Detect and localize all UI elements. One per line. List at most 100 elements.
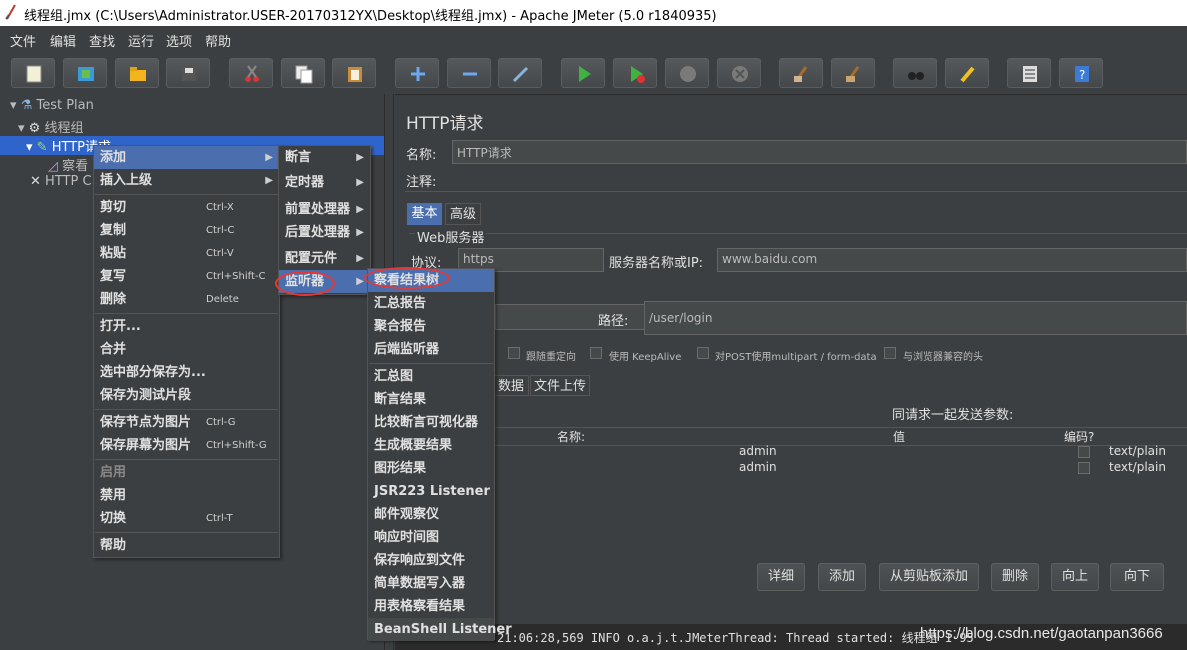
stop-button[interactable] xyxy=(665,58,709,88)
menu-item-insert-parent[interactable]: 插入上级 ▶ xyxy=(94,169,279,192)
menu-item-save-selection-as[interactable]: 选中部分保存为... xyxy=(94,361,279,384)
tree-node-thread-group[interactable]: ▾ ⚙ 线程组 xyxy=(18,117,83,136)
menu-item-summary-report[interactable]: 汇总报告 xyxy=(368,292,494,315)
menu-item-mailer-visualizer[interactable]: 邮件观察仪 xyxy=(368,503,494,526)
table-row[interactable]: admin text/plain xyxy=(493,444,1187,460)
search-button[interactable] xyxy=(893,58,937,88)
menu-item-config-element[interactable]: 配置元件 ▶ xyxy=(279,247,370,270)
menu-item-merge[interactable]: 合并 xyxy=(94,338,279,361)
start-button[interactable] xyxy=(561,58,605,88)
tree-node-view-results[interactable]: ◿ 察看 xyxy=(48,155,88,174)
tree-node-test-plan[interactable]: ▾ ⚗ Test Plan xyxy=(10,98,94,113)
tree-node-http-cookie[interactable]: ✕ HTTP C xyxy=(30,174,92,189)
open-button[interactable] xyxy=(115,58,159,88)
menu-help[interactable]: 帮助 xyxy=(205,31,231,50)
keepalive-checkbox[interactable] xyxy=(590,347,602,359)
menu-item-copy[interactable]: 复制 Ctrl-C xyxy=(94,219,279,242)
menu-item-delete[interactable]: 删除 Delete xyxy=(94,288,279,311)
keepalive-label: 使用 KeepAlive xyxy=(609,352,682,363)
menu-file[interactable]: 文件 xyxy=(10,31,36,50)
wand-icon xyxy=(512,66,529,83)
menu-search[interactable]: 查找 xyxy=(89,31,115,50)
submenu-arrow-icon: ▶ xyxy=(265,175,273,186)
detail-button[interactable]: 详细 xyxy=(757,563,805,591)
clear-all-button[interactable] xyxy=(831,58,875,88)
menu-options[interactable]: 选项 xyxy=(166,31,192,50)
menu-item-assertion-results[interactable]: 断言结果 xyxy=(368,388,494,411)
menu-item-view-results-table[interactable]: 用表格察看结果 xyxy=(368,595,494,618)
new-file-icon xyxy=(26,65,42,83)
broom-icon xyxy=(794,66,808,82)
follow-redirects-checkbox[interactable] xyxy=(508,347,520,359)
menu-item-backend-listener[interactable]: 后端监听器 xyxy=(368,338,494,361)
comment-field[interactable] xyxy=(445,169,1187,189)
table-row[interactable]: admin text/plain xyxy=(493,460,1187,476)
menu-item-response-time-graph[interactable]: 响应时间图 xyxy=(368,526,494,549)
menu-item-jsr223-listener[interactable]: JSR223 Listener xyxy=(368,480,494,503)
templates-button[interactable] xyxy=(63,58,107,88)
shutdown-button[interactable] xyxy=(717,58,761,88)
new-button[interactable] xyxy=(11,58,55,88)
collapse-all-button[interactable] xyxy=(447,58,491,88)
toggle-button[interactable] xyxy=(498,58,542,88)
menu-item-help[interactable]: 帮助 xyxy=(94,534,279,557)
row-encode-checkbox[interactable] xyxy=(1078,462,1090,474)
menu-item-save-screen-image[interactable]: 保存屏幕为图片 Ctrl+Shift-G xyxy=(94,434,279,457)
name-field[interactable]: HTTP请求 xyxy=(452,140,1187,164)
server-field[interactable]: www.baidu.com xyxy=(717,248,1187,272)
tab-basic[interactable]: 基本 xyxy=(407,203,442,225)
log-line: 21:06:28,569 INFO o.a.j.t.JMeterThread: … xyxy=(497,631,974,645)
menu-item-assertions[interactable]: 断言 ▶ xyxy=(279,146,370,169)
down-button[interactable]: 向下 xyxy=(1110,563,1164,591)
menu-item-graph-results[interactable]: 图形结果 xyxy=(368,457,494,480)
menu-item-post-processors[interactable]: 后置处理器 ▶ xyxy=(279,221,370,244)
menu-item-simple-data-writer[interactable]: 简单数据写入器 xyxy=(368,572,494,595)
menu-item-aggregate-graph[interactable]: 汇总图 xyxy=(368,365,494,388)
menu-item-save-responses[interactable]: 保存响应到文件 xyxy=(368,549,494,572)
shutdown-icon xyxy=(732,66,748,82)
submenu-arrow-icon: ▶ xyxy=(356,227,364,238)
menu-item-pre-processors[interactable]: 前置处理器 ▶ xyxy=(279,198,370,221)
up-button[interactable]: 向上 xyxy=(1051,563,1099,591)
tab-body-data[interactable]: 数据 xyxy=(493,375,529,396)
multipart-checkbox[interactable] xyxy=(697,347,709,359)
menu-run[interactable]: 运行 xyxy=(128,31,154,50)
menu-item-save-as-fragment[interactable]: 保存为测试片段 xyxy=(94,384,279,407)
menu-item-timer[interactable]: 定时器 ▶ xyxy=(279,171,370,194)
tab-files-upload[interactable]: 文件上传 xyxy=(530,375,590,396)
menu-item-save-node-image[interactable]: 保存节点为图片 Ctrl-G xyxy=(94,411,279,434)
menu-item-aggregate-report[interactable]: 聚合报告 xyxy=(368,315,494,338)
menu-item-disable[interactable]: 禁用 xyxy=(94,484,279,507)
reset-search-button[interactable] xyxy=(945,58,989,88)
path-field[interactable]: /user/login xyxy=(644,301,1187,335)
tab-advanced[interactable]: 高级 xyxy=(445,203,481,225)
menu-item-add[interactable]: 添加 ▶ xyxy=(94,146,279,169)
row-encode-checkbox[interactable] xyxy=(1078,446,1090,458)
menu-item-open[interactable]: 打开... xyxy=(94,315,279,338)
menu-separator xyxy=(95,194,278,195)
plus-icon xyxy=(411,67,425,81)
menu-item-cut[interactable]: 剪切 Ctrl-X xyxy=(94,196,279,219)
add-button[interactable]: 添加 xyxy=(818,563,866,591)
function-helper-button[interactable] xyxy=(1007,58,1051,88)
cut-button[interactable] xyxy=(229,58,273,88)
delete-button[interactable]: 删除 xyxy=(991,563,1039,591)
add-from-clipboard-button[interactable]: 从剪贴板添加 xyxy=(879,563,979,591)
clear-button[interactable] xyxy=(779,58,823,88)
expand-all-button[interactable] xyxy=(395,58,439,88)
help-button[interactable]: ? xyxy=(1059,58,1103,88)
menu-item-toggle[interactable]: 切换 Ctrl-T xyxy=(94,507,279,530)
menu-item-paste[interactable]: 粘贴 Ctrl-V xyxy=(94,242,279,265)
menu-item-generate-summary[interactable]: 生成概要结果 xyxy=(368,434,494,457)
browser-headers-checkbox[interactable] xyxy=(884,347,896,359)
menu-edit[interactable]: 编辑 xyxy=(50,31,76,50)
save-icon xyxy=(182,67,196,81)
menu-item-comparison-visualizer[interactable]: 比较断言可视化器 xyxy=(368,411,494,434)
save-button[interactable] xyxy=(166,58,210,88)
menu-item-duplicate[interactable]: 复写 Ctrl+Shift-C xyxy=(94,265,279,288)
start-no-pause-button[interactable] xyxy=(613,58,657,88)
menu-item-beanshell-listener[interactable]: BeanShell Listener xyxy=(368,618,512,641)
paste-button[interactable] xyxy=(332,58,376,88)
copy-button[interactable] xyxy=(281,58,325,88)
